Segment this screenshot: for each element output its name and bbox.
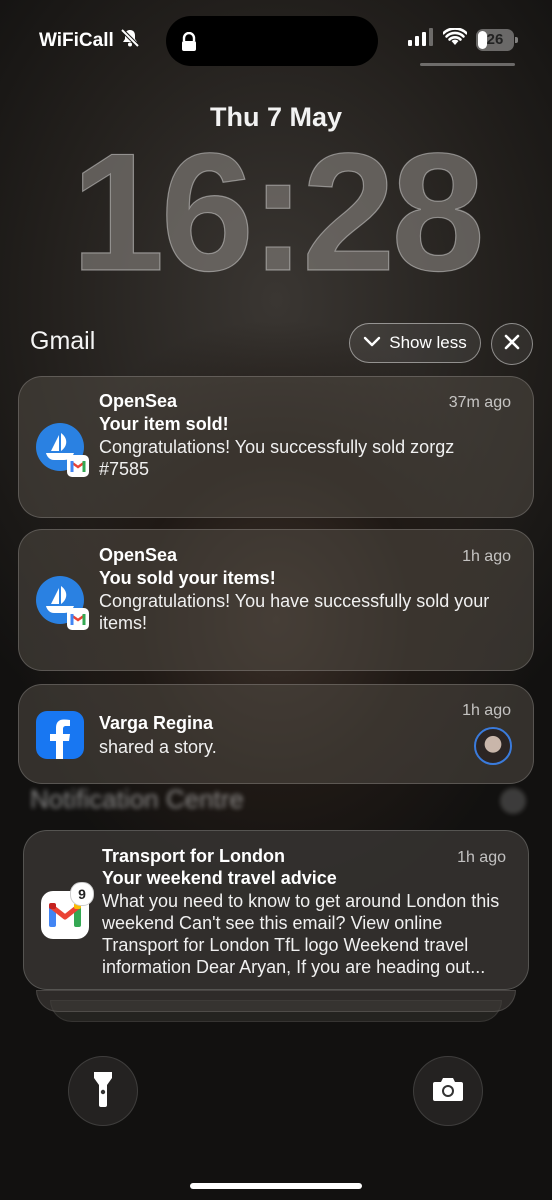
status-bar-left: WiFiCall [39,28,140,54]
notification-time: 37m ago [448,394,511,411]
notification-time: 1h ago [457,849,506,866]
notification-subject: You sold your items! [99,568,276,588]
carrier-label: WiFiCall [39,30,114,51]
lock-screen-clock: 16:28 [71,118,486,306]
show-less-button[interactable]: Show less [349,323,481,363]
notification-sender: OpenSea [99,545,178,565]
wifi-icon [442,27,468,51]
notification-time: 1h ago [462,548,511,565]
show-less-label: Show less [389,333,467,352]
close-icon [504,334,520,355]
clear-group-button[interactable] [491,323,533,365]
notification-subject: Your item sold! [99,414,229,434]
notification-card[interactable]: 9 Transport for London 1h ago Your weeke… [23,830,529,990]
close-icon [500,788,526,814]
camera-icon [432,1076,464,1107]
gmail-badge-icon [67,608,89,630]
notification-body: Congratulations! You successfully sold z… [99,437,455,479]
lock-icon [180,31,198,57]
status-indicator-line [420,63,515,66]
gmail-badge-icon [67,455,89,477]
battery-fill [478,30,487,49]
notification-time: 1h ago [462,702,511,719]
notification-card[interactable]: OpenSea 37m ago Your item sold! Congratu… [18,376,534,518]
unread-count-badge: 9 [70,882,94,906]
camera-button[interactable] [413,1056,483,1126]
notification-card[interactable]: Varga Regina 1h ago shared a story. [18,684,534,784]
flashlight-icon [92,1070,114,1113]
home-indicator[interactable] [190,1183,362,1189]
notification-group-title: Gmail [30,327,96,355]
battery-percent: 26 [486,31,504,48]
battery-nub [515,36,518,43]
stacked-card-shadow [36,990,516,1012]
notification-centre-label: Notification Centre [30,784,244,814]
battery-indicator: 26 [476,28,518,51]
notification-body: shared a story. [99,737,217,757]
cellular-signal-icon [408,28,434,51]
avatar [474,727,512,765]
facebook-icon [36,711,84,759]
flashlight-button[interactable] [68,1056,138,1126]
status-bar-right: 26 [408,27,518,51]
notification-sender: OpenSea [99,391,178,411]
chevron-down-icon [363,333,381,353]
bell-muted-icon [120,28,140,54]
notification-sender: Varga Regina [99,713,214,733]
notification-body: Congratulations! You have successfully s… [99,591,490,633]
notification-card[interactable]: OpenSea 1h ago You sold your items! Cong… [18,529,534,671]
notification-sender: Transport for London [102,846,285,866]
notification-subject: Your weekend travel advice [102,868,337,888]
notification-body: What you need to know to get around Lond… [102,891,500,977]
